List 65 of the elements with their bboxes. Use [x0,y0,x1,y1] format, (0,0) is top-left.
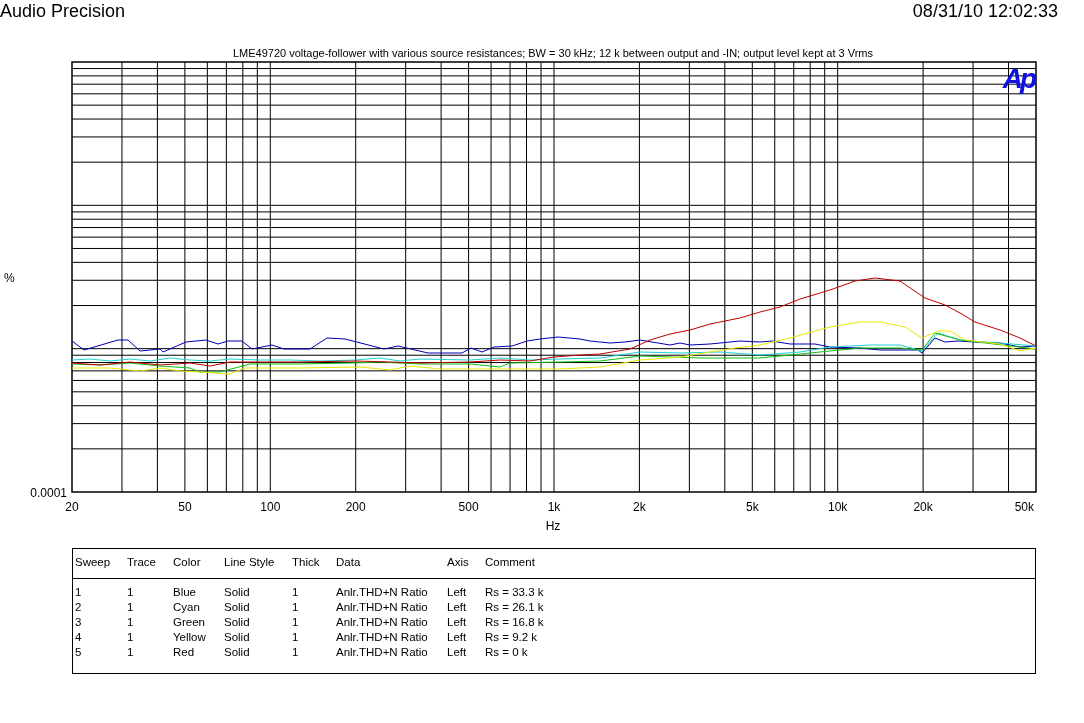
x-tick-label: 1k [547,500,561,514]
x-tick-label: 200 [345,500,366,514]
table-cell-text: Left [447,645,468,660]
timestamp: 08/31/10 12:02:33 [912,0,1058,22]
column-header: Comment [485,555,536,570]
table-cell-text: Rs = 33.3 k [485,585,545,600]
table-cell-text: 1 [127,600,135,615]
x-axis-label: Hz [545,519,561,533]
column-header: Trace [127,555,157,570]
table-cell-text: 5 [75,645,83,660]
table-cell-text: Anlr.THD+N Ratio [336,645,429,660]
table-cell-text: Rs = 26.1 k [485,600,545,615]
table-cell-text: 1 [292,615,300,630]
column-header: Color [173,555,202,570]
table-cell-text: 1 [127,630,135,645]
table-cell-text: Red [173,645,196,660]
table-cell-text: 3 [75,615,83,630]
table-cell-text: Left [447,600,468,615]
column-header: Sweep [75,555,112,570]
table-cell-text: Solid [224,645,251,660]
table-cell-text: Green [173,615,206,630]
table-cell-text: Anlr.THD+N Ratio [336,630,429,645]
x-tick-label: 50 [178,500,192,514]
table-cell-text: Rs = 16.8 k [485,615,545,630]
column-header: Data [336,555,362,570]
table-cell-text: 1 [292,600,300,615]
table-cell-text: 2 [75,600,83,615]
table-cell-text: Solid [224,585,251,600]
y-axis-unit: % [4,271,15,285]
table-cell-text: Left [447,585,468,600]
table-cell-text: Anlr.THD+N Ratio [336,615,429,630]
x-tick-label: 50k [1014,500,1034,514]
table-cell-text: Anlr.THD+N Ratio [336,585,429,600]
column-header: Thick [292,555,321,570]
x-tick-label: 20k [913,500,933,514]
table-cell-text: Solid [224,600,251,615]
table-cell-text: Yellow [173,630,207,645]
table-cell-text: Anlr.THD+N Ratio [336,600,429,615]
table-cell-text: 1 [292,630,300,645]
table-cell-text: 1 [292,645,300,660]
table-cell-text: Solid [224,615,251,630]
table-cell-text: Solid [224,630,251,645]
column-header: Line Style [224,555,276,570]
x-tick-label: 500 [458,500,479,514]
table-cell-text: Left [447,630,468,645]
table-cell-text: 1 [127,585,135,600]
x-tick-label: 10k [828,500,848,514]
table-cell-text: Rs = 9.2 k [485,630,539,645]
x-tick-label: 100 [260,500,281,514]
table-cell-text: 1 [75,585,83,600]
x-tick-label: 2k [633,500,646,514]
table-cell-text: 4 [75,630,83,645]
column-header: Axis [447,555,470,570]
x-tick-label: 5k [745,500,759,514]
y-tick-label: 0.0001 [30,486,67,500]
table-cell-text: 1 [127,615,135,630]
table-cell-text: Cyan [173,600,201,615]
x-tick-label: 20 [65,500,79,514]
chart-title: LME49720 voltage-follower with various source resistances; BW = 30 kHz; 12 k between output and -IN; output level kept at 3 Vrms [232,47,874,59]
table-cell-text: Rs = 0 k [485,645,529,660]
report-title: Audio Precision [0,0,126,22]
table-cell-text: Left [447,615,468,630]
table-cell-text: 1 [292,585,300,600]
table-cell-text: Blue [173,585,198,600]
table-cell-text: 1 [127,645,135,660]
